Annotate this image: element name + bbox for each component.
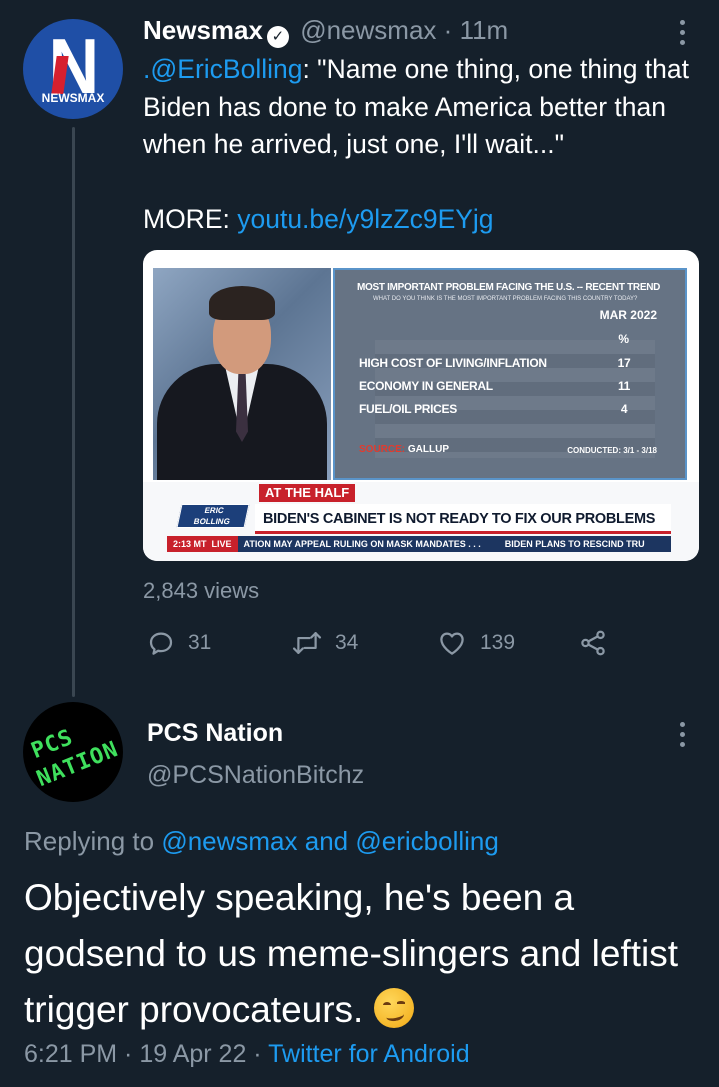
news-ticker: 2:13 MT LIVE ATION MAY APPEAL RULING ON M…: [167, 536, 671, 552]
reply-count: 31: [188, 631, 212, 654]
tweet-body: Objectively speaking, he's been a godsen…: [24, 877, 679, 1030]
row-label: HIGH COST OF LIVING/INFLATION: [359, 356, 547, 370]
retweet-icon: [292, 632, 322, 654]
tweet-date[interactable]: 19 Apr 22: [139, 1040, 246, 1068]
more-icon[interactable]: [678, 722, 686, 747]
tweet-text: Objectively speaking, he's been a godsen…: [24, 870, 714, 1038]
replying-to: Replying to @newsmax and @ericbolling: [24, 826, 499, 856]
reply-icon: [149, 632, 173, 655]
more-label: MORE:: [143, 204, 238, 234]
graphic-subtitle: WHAT DO YOU THINK IS THE MOST IMPORTANT …: [373, 296, 638, 302]
row-label: FUEL/OIL PRICES: [359, 402, 457, 416]
reply-mention-newsmax[interactable]: @newsmax: [161, 826, 297, 856]
retweet-count: 34: [335, 631, 359, 654]
client-link[interactable]: Twitter for Android: [268, 1040, 469, 1068]
poll-graphic: MOST IMPORTANT PROBLEM FACING THE U.S. -…: [333, 268, 687, 480]
share-icon: [581, 630, 605, 656]
avatar-label: NEWSMAX: [41, 91, 105, 105]
reply-mention-ericbolling[interactable]: @ericbolling: [355, 826, 498, 856]
display-name[interactable]: PCS Nation: [147, 717, 283, 749]
verified-badge-icon: ✓: [266, 26, 289, 48]
graphic-column-header: MAR 2022: [599, 308, 657, 322]
graphic-source: SOURCE: GALLUP: [359, 444, 449, 455]
row-label: ECONOMY IN GENERAL: [359, 379, 493, 393]
source-label: SOURCE:: [359, 444, 406, 455]
row-value: 17: [617, 356, 631, 370]
segment-tag: AT THE HALF: [259, 484, 356, 502]
like-button[interactable]: 139: [436, 628, 578, 658]
graphic-row: FUEL/OIL PRICES 4: [359, 402, 639, 416]
graphic-row: ECONOMY IN GENERAL 11: [359, 379, 639, 393]
youtube-link[interactable]: youtu.be/y9lzZc9EYjg: [237, 204, 493, 234]
like-count: 139: [480, 631, 516, 654]
tweet-text: .@EricBolling: "Name one thing, one thin…: [143, 51, 703, 164]
retweet-button[interactable]: 34: [291, 628, 436, 658]
tweet-time[interactable]: 6:21 PM: [24, 1040, 117, 1068]
mention-link[interactable]: .@EricBolling: [143, 54, 302, 84]
view-count: 2,843 views: [143, 578, 260, 603]
handle[interactable]: @newsmax: [300, 15, 436, 45]
row-value: 11: [617, 379, 631, 393]
ticker-clock: 2:13 MT LIVE: [167, 536, 238, 552]
more-icon[interactable]: [678, 20, 686, 45]
newsmax-avatar[interactable]: N NEWSMAX: [23, 19, 123, 119]
smirk-emoji-icon: [373, 988, 414, 1028]
reply-button[interactable]: 31: [146, 628, 291, 658]
show-logo: ERIC BOLLING: [176, 504, 250, 528]
graphic-title: MOST IMPORTANT PROBLEM FACING THE U.S. -…: [357, 282, 661, 293]
host-hair: [209, 286, 275, 320]
like-icon: [440, 632, 464, 655]
thread-connector-line: [72, 127, 75, 697]
tweet-actions: 31 34 139: [146, 626, 608, 660]
timestamp[interactable]: 11m: [460, 15, 509, 45]
news-lower-third: AT THE HALF ERIC BOLLING BIDEN'S CABINET…: [143, 482, 699, 561]
news-headline: BIDEN'S CABINET IS NOT READY TO FIX OUR …: [255, 504, 671, 534]
ticker-item: BIDEN PLANS TO RESCIND TRU: [504, 539, 645, 549]
host-video-panel: [153, 268, 331, 480]
pcs-nation-avatar[interactable]: PCS NATION: [23, 702, 123, 802]
share-button[interactable]: [578, 628, 608, 658]
graphic-row: HIGH COST OF LIVING/INFLATION 17: [359, 356, 639, 370]
row-value: 4: [620, 402, 628, 416]
graphic-unit-header: %: [618, 332, 629, 346]
separator: ·: [443, 15, 453, 45]
tweet-header: Newsmax ✓ @newsmax · 11m: [143, 14, 508, 48]
graphic-conducted: CONDUCTED: 3/1 - 3/18: [567, 446, 657, 455]
ticker-item: ATION MAY APPEAL RULING ON MASK MANDATES…: [243, 539, 481, 549]
display-name[interactable]: Newsmax: [143, 15, 263, 45]
handle[interactable]: @PCSNationBitchz: [147, 759, 364, 791]
video-thumbnail[interactable]: MOST IMPORTANT PROBLEM FACING THE U.S. -…: [143, 250, 699, 561]
more-line: MORE: youtu.be/y9lzZc9EYjg: [143, 201, 494, 238]
source-value: GALLUP: [407, 444, 450, 455]
tweet-meta: 6:21 PM · 19 Apr 22 · Twitter for Androi…: [24, 1040, 470, 1068]
